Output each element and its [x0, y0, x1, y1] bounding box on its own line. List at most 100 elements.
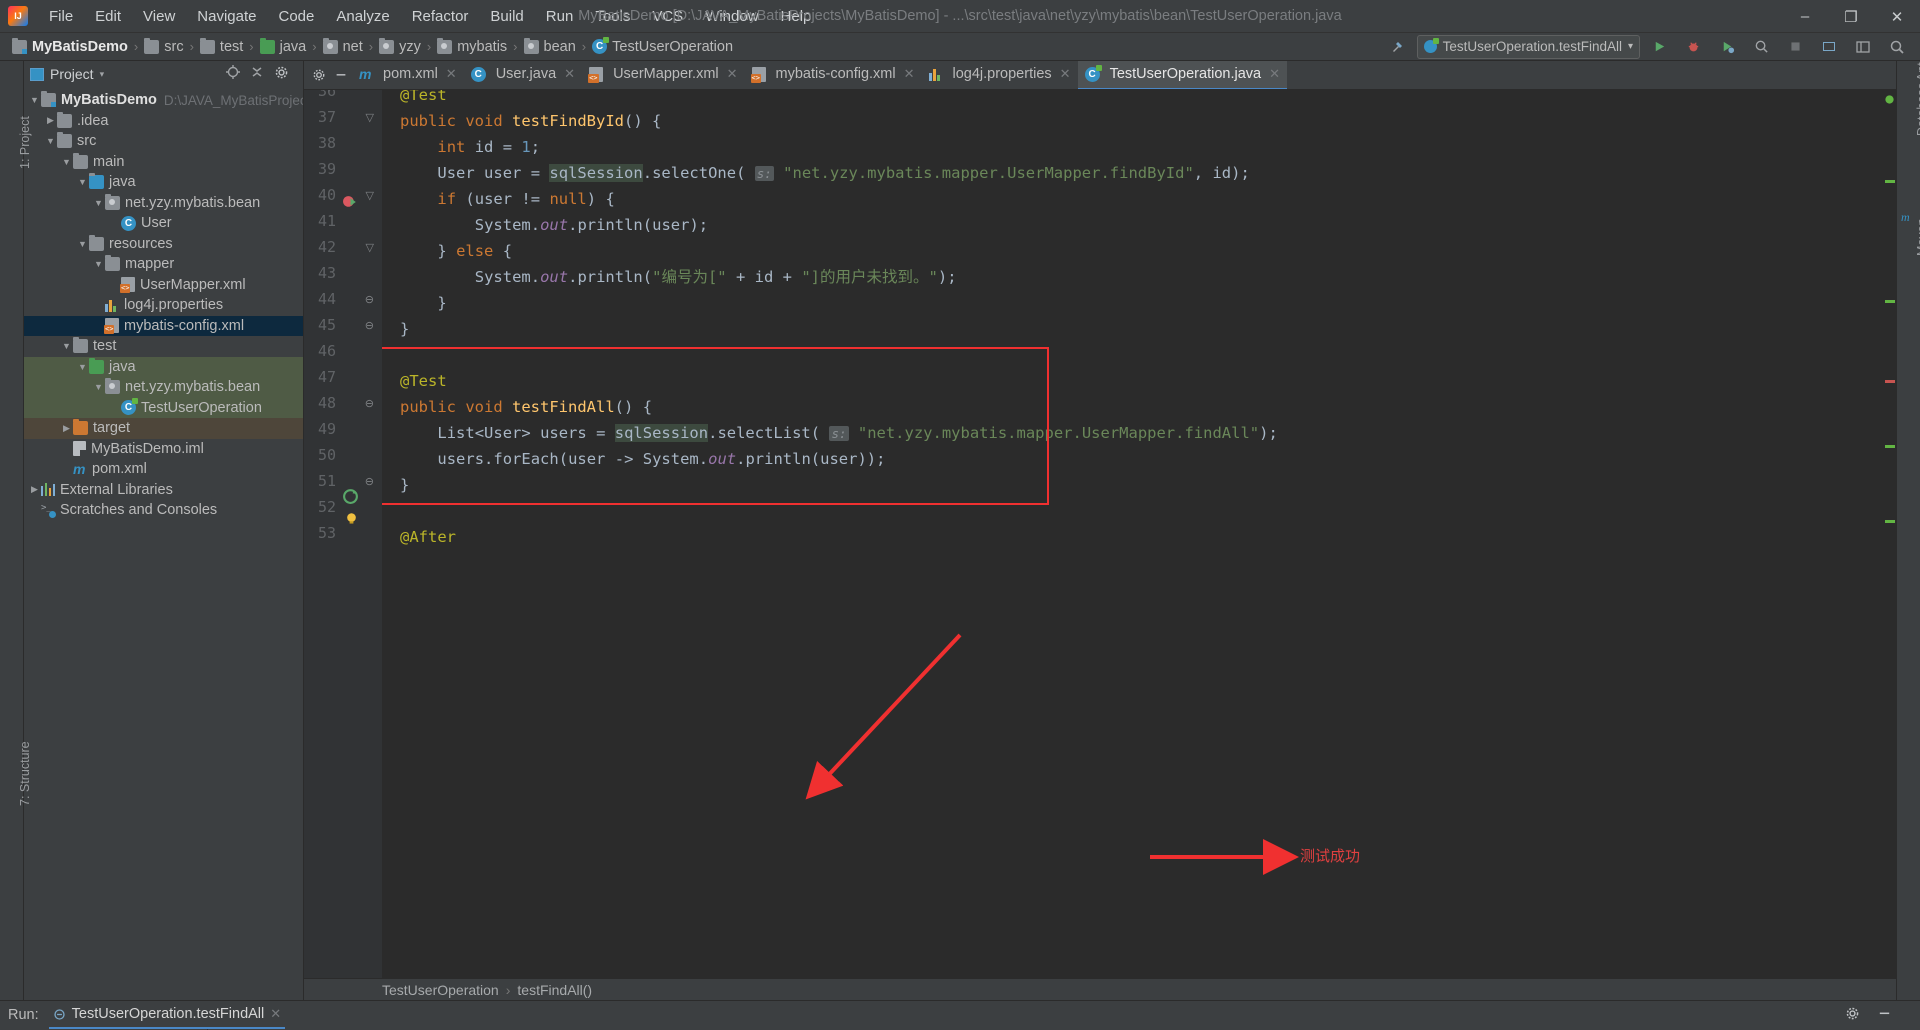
- run-button[interactable]: [1644, 35, 1674, 59]
- editor-gutter[interactable]: 36 37 38 39 40 41 42 43 44 45 46 47 48 49 50 51 52 53 ▽ ▽ ▽ ⊖…: [304, 90, 382, 978]
- editor-tab-user-java[interactable]: C User.java ✕: [464, 61, 582, 89]
- expand-arrow-icon[interactable]: ▼: [28, 95, 41, 105]
- code-text[interactable]: @Test public void testFindById() { int id…: [382, 90, 1882, 978]
- editor-tab-pom-xml[interactable]: m pom.xml ✕: [352, 61, 464, 89]
- code-fold-icon[interactable]: ⊖: [365, 319, 374, 332]
- tree-item-test[interactable]: ▼ test: [24, 336, 303, 357]
- close-tab-icon[interactable]: ✕: [564, 66, 575, 82]
- expand-arrow-icon[interactable]: ▼: [60, 341, 73, 351]
- expand-arrow-icon[interactable]: ▼: [92, 198, 105, 208]
- menu-refactor[interactable]: Refactor: [401, 5, 480, 28]
- editor-tab-testuseroperation-java[interactable]: C TestUserOperation.java ✕: [1077, 61, 1287, 89]
- tree-item-user[interactable]: C User: [24, 213, 303, 234]
- tool-window-project[interactable]: 1: Project: [18, 116, 32, 169]
- search-icon[interactable]: [1882, 35, 1912, 59]
- expand-arrow-icon[interactable]: ▶: [60, 423, 73, 434]
- intention-bulb-icon[interactable]: [344, 511, 359, 530]
- tree-item-external-libraries[interactable]: ▶ External Libraries: [24, 480, 303, 501]
- menu-run[interactable]: Run: [535, 5, 585, 28]
- code-fold-icon[interactable]: ⊖: [365, 293, 374, 306]
- menu-code[interactable]: Code: [267, 5, 325, 28]
- minimize-button[interactable]: –: [1782, 0, 1828, 33]
- expand-arrow-icon[interactable]: ▼: [76, 239, 89, 249]
- expand-arrow-icon[interactable]: ▶: [44, 115, 57, 126]
- tool-window-ant[interactable]: Ant: [1915, 62, 1920, 81]
- tree-item-scratches-and-consoles[interactable]: Scratches and Consoles: [24, 500, 303, 521]
- close-tab-icon[interactable]: ✕: [904, 66, 915, 82]
- breadcrumb-item-src[interactable]: src: [142, 37, 185, 55]
- error-stripe[interactable]: [1882, 90, 1896, 978]
- collapse-all-icon[interactable]: [249, 64, 265, 84]
- close-tab-icon[interactable]: ✕: [1060, 66, 1071, 82]
- code-fold-icon[interactable]: ▽: [366, 189, 374, 202]
- tree-item-mapper[interactable]: ▼ mapper: [24, 254, 303, 275]
- tree-item-mybatisdemo[interactable]: ▼ MyBatisDemo D:\JAVA_MyBatisProjects: [24, 90, 303, 111]
- expand-arrow-icon[interactable]: ▼: [76, 177, 89, 187]
- code-fold-icon[interactable]: ⊖: [365, 475, 374, 488]
- tree-item-java[interactable]: ▼ java: [24, 356, 303, 377]
- tool-window-structure[interactable]: 7: Structure: [18, 741, 32, 806]
- locate-icon[interactable]: [225, 64, 241, 84]
- menu-view[interactable]: View: [132, 5, 186, 28]
- tree-item--idea[interactable]: ▶ .idea: [24, 111, 303, 132]
- run-test-gutter-icon[interactable]: [342, 194, 359, 215]
- rerun-test-gutter-icon[interactable]: [342, 488, 359, 509]
- editor-tab-usermapper-xml[interactable]: UserMapper.xml ✕: [582, 61, 744, 89]
- update-app-icon[interactable]: [1814, 35, 1844, 59]
- gear-icon[interactable]: [1845, 1006, 1860, 1025]
- tree-item-target[interactable]: ▶ target: [24, 418, 303, 439]
- close-tab-icon[interactable]: ✕: [1269, 66, 1280, 82]
- breadcrumb-item-mybatisdemo[interactable]: MyBatisDemo: [10, 37, 130, 55]
- close-tab-icon[interactable]: ✕: [446, 66, 457, 82]
- hide-icon[interactable]: [330, 63, 352, 87]
- close-tab-icon[interactable]: ✕: [727, 66, 738, 82]
- editor-tabs[interactable]: mpom.xml✕CUser.java✕UserMapper.xml✕mybat…: [352, 61, 1287, 89]
- editor-tab-log4j-properties[interactable]: log4j.properties ✕: [922, 61, 1078, 89]
- debug-button[interactable]: [1678, 35, 1708, 59]
- breadcrumb-item-java[interactable]: java: [258, 37, 309, 55]
- project-tree[interactable]: ▼ MyBatisDemo D:\JAVA_MyBatisProjects ▶ .ide…: [24, 87, 303, 1000]
- menu-navigate[interactable]: Navigate: [186, 5, 267, 28]
- profile-button[interactable]: [1746, 35, 1776, 59]
- tree-item-usermapper-xml[interactable]: UserMapper.xml: [24, 275, 303, 296]
- tree-item-mybatis-config-xml[interactable]: mybatis-config.xml: [24, 315, 303, 336]
- breadcrumb-item-test[interactable]: test: [198, 37, 245, 55]
- maximize-button[interactable]: ❐: [1828, 0, 1874, 33]
- tree-item-net-yzy-mybatis-bean[interactable]: ▼ net.yzy.mybatis.bean: [24, 193, 303, 214]
- gear-icon[interactable]: [308, 63, 330, 87]
- maven-icon[interactable]: m: [1901, 209, 1917, 229]
- tree-item-resources[interactable]: ▼ resources: [24, 234, 303, 255]
- chevron-down-icon[interactable]: ▾: [100, 69, 105, 80]
- tree-item-src[interactable]: ▼ src: [24, 131, 303, 152]
- menu-build[interactable]: Build: [479, 5, 534, 28]
- expand-arrow-icon[interactable]: ▶: [28, 484, 41, 495]
- breadcrumb-item-bean[interactable]: bean: [522, 37, 578, 55]
- expand-arrow-icon[interactable]: ▼: [44, 136, 57, 146]
- menu-analyze[interactable]: Analyze: [325, 5, 400, 28]
- run-with-coverage-button[interactable]: [1712, 35, 1742, 59]
- tree-item-mybatisdemo-iml[interactable]: MyBatisDemo.iml: [24, 439, 303, 460]
- code-fold-icon[interactable]: ▽: [366, 111, 374, 124]
- expand-arrow-icon[interactable]: ▼: [92, 382, 105, 392]
- layout-icon[interactable]: [1848, 35, 1878, 59]
- tree-item-pom-xml[interactable]: m pom.xml: [24, 459, 303, 480]
- editor-tab-mybatis-config-xml[interactable]: mybatis-config.xml ✕: [745, 61, 922, 89]
- menu-edit[interactable]: Edit: [84, 5, 132, 28]
- tool-window-database[interactable]: Database: [1915, 82, 1920, 136]
- close-icon[interactable]: ✕: [270, 1006, 281, 1022]
- gear-icon[interactable]: [274, 65, 289, 84]
- code-breadcrumb-item[interactable]: testFindAll(): [517, 982, 592, 998]
- hide-window-icon[interactable]: [1877, 1006, 1892, 1025]
- breadcrumb[interactable]: MyBatisDemo › src › test › java › net › yzy › mybati…: [10, 37, 735, 55]
- run-tab[interactable]: TestUserOperation.testFindAll ✕: [48, 1001, 286, 1029]
- code-editor[interactable]: 36 37 38 39 40 41 42 43 44 45 46 47 48 49 50 51 52 53 ▽ ▽ ▽ ⊖…: [304, 90, 1896, 978]
- breadcrumb-item-testuseroperation[interactable]: C TestUserOperation: [590, 37, 735, 55]
- expand-arrow-icon[interactable]: ▼: [92, 259, 105, 269]
- code-fold-icon[interactable]: ⊖: [365, 397, 374, 410]
- chevron-down-icon[interactable]: ▾: [1628, 41, 1633, 52]
- editor-tab-bar[interactable]: mpom.xml✕CUser.java✕UserMapper.xml✕mybat…: [304, 61, 1896, 90]
- expand-arrow-icon[interactable]: ▼: [60, 157, 73, 167]
- build-hammer-icon[interactable]: [1383, 35, 1413, 59]
- code-fold-icon[interactable]: ▽: [366, 241, 374, 254]
- run-configuration-selector[interactable]: TestUserOperation.testFindAll ▾: [1416, 34, 1640, 59]
